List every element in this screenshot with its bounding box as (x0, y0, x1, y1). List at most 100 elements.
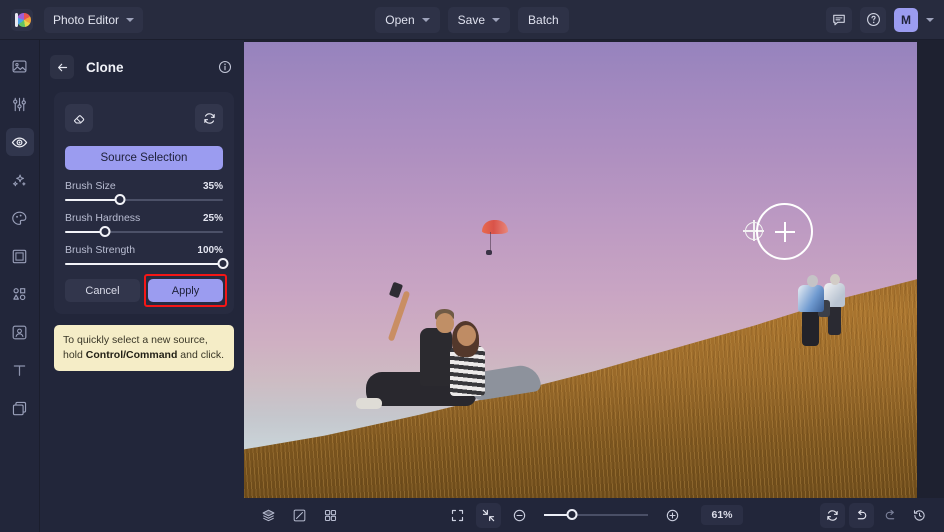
layers-copy-icon (12, 401, 27, 415)
fit-to-screen-button[interactable] (445, 503, 470, 528)
person-two-head (457, 325, 476, 346)
brush-size-knob[interactable] (114, 194, 126, 205)
sidebar-item-retouch[interactable] (5, 128, 34, 156)
left-tool-rail (0, 40, 40, 532)
batch-label: Batch (528, 12, 559, 27)
brush-hardness-slider-group: Brush Hardness 25% (65, 212, 223, 237)
avatar[interactable]: M (894, 7, 918, 32)
sidebar-item-portrait[interactable] (6, 318, 34, 346)
eraser-button[interactable] (65, 104, 93, 132)
sidebar-item-color[interactable] (6, 204, 34, 232)
standing-person-head (807, 275, 818, 287)
sidebar-item-adjust[interactable] (6, 90, 34, 118)
cancel-button[interactable]: Cancel (65, 279, 140, 302)
brush-circle-plus-cursor[interactable] (756, 203, 813, 260)
paraglider-pilot (486, 250, 492, 255)
zoom-slider[interactable] (544, 509, 648, 520)
open-label: Open (385, 12, 415, 27)
zoom-in-button[interactable] (660, 503, 685, 528)
batch-button[interactable]: Batch (518, 6, 569, 33)
chevron-down-icon (421, 17, 430, 22)
source-selection-button[interactable]: Source Selection (65, 146, 223, 170)
slider-label-row: Brush Size 35% (65, 180, 223, 192)
standing-person-two-head (830, 274, 840, 285)
slider-fill (65, 263, 223, 265)
top-toolbar-right: M (826, 6, 934, 33)
standing-person-top (798, 285, 824, 312)
open-button[interactable]: Open (375, 6, 440, 33)
brush-size-slider[interactable] (65, 194, 223, 205)
sparkles-icon (12, 174, 26, 186)
arrow-left-icon (57, 63, 67, 71)
photo-editor-app: Photo Editor Open Save Batch M Clone Sou… (0, 0, 944, 532)
brush-size-value: 35% (202, 181, 223, 192)
bottom-toolbar: 61% (244, 498, 944, 532)
actual-size-button[interactable] (476, 502, 501, 528)
apply-button[interactable]: Apply (148, 279, 223, 302)
brush-strength-knob[interactable] (217, 258, 229, 269)
standing-person-legs (802, 310, 819, 346)
bottom-toolbar-center: 61% (244, 502, 944, 528)
paraglider-canopy (482, 220, 508, 234)
sidebar-item-shapes[interactable] (6, 280, 34, 308)
sidebar-item-effects[interactable] (6, 166, 34, 194)
tooltip-text-after: and click. (177, 349, 225, 362)
zoom-out-button[interactable] (507, 503, 532, 528)
portrait-ai-icon (12, 325, 27, 339)
person-one-body (420, 328, 452, 386)
apply-button-wrapper: Apply (144, 274, 227, 307)
person-one-arm (387, 290, 411, 342)
brush-hardness-label: Brush Hardness (65, 212, 141, 224)
chevron-down-icon[interactable] (926, 17, 934, 22)
zoom-level-value: 61% (701, 505, 743, 525)
sidebar-item-frame[interactable] (6, 242, 34, 270)
top-toolbar: Photo Editor Open Save Batch M (0, 0, 944, 40)
slider-label-row: Brush Hardness 25% (65, 212, 223, 224)
text-t-icon (13, 364, 26, 376)
help-button[interactable] (860, 6, 886, 33)
zoom-slider-knob[interactable] (566, 509, 578, 520)
frame-icon (12, 249, 27, 263)
image-icon (12, 59, 27, 73)
brush-hardness-knob[interactable] (99, 226, 110, 237)
zoom-in-plus-icon (666, 509, 679, 521)
save-button[interactable]: Save (447, 6, 511, 33)
sidebar-item-image[interactable] (6, 52, 34, 80)
brush-hardness-value: 25% (202, 213, 223, 224)
eraser-icon (73, 114, 84, 124)
reset-refresh-icon (203, 112, 215, 124)
photo-canvas[interactable] (244, 42, 917, 500)
person-one-head (436, 313, 454, 333)
tool-row (65, 104, 223, 132)
brush-size-label: Brush Size (65, 180, 116, 192)
question-mark-circle-icon (866, 13, 880, 26)
brush-strength-slider[interactable] (65, 258, 229, 269)
brush-strength-value: 100% (197, 245, 223, 256)
back-button[interactable] (50, 55, 74, 79)
page-title: Clone (86, 59, 124, 75)
eye-icon (11, 137, 28, 147)
fit-to-screen-icon (451, 509, 464, 521)
action-button-row: Cancel Apply (65, 274, 227, 307)
brush-size-slider-group: Brush Size 35% (65, 180, 223, 205)
tooltip-text-bold: Control/Command (85, 349, 178, 362)
feedback-button[interactable] (826, 6, 852, 33)
slider-label-row: Brush Strength 100% (65, 244, 223, 256)
person-shoe (356, 398, 382, 409)
brush-strength-label: Brush Strength (65, 244, 136, 256)
brush-hardness-slider[interactable] (65, 226, 223, 237)
brush-strength-slider-group: Brush Strength 100% (65, 244, 229, 269)
reset-button[interactable] (195, 104, 223, 132)
selfie-phone (388, 281, 404, 299)
info-circle-icon[interactable] (218, 60, 232, 74)
zoom-out-minus-icon (513, 509, 526, 521)
hint-tooltip: To quickly select a new source, hold Con… (54, 325, 234, 372)
sidebar-item-text[interactable] (6, 356, 34, 384)
sidebar-item-layers[interactable] (6, 394, 34, 422)
chat-bubble-icon (833, 14, 845, 25)
canvas-area[interactable] (244, 40, 944, 532)
brush-center-plus-icon (774, 221, 795, 242)
top-toolbar-center: Open Save Batch (0, 6, 944, 33)
shrink-arrows-icon (482, 509, 495, 521)
tool-options-panel: Clone Source Selection Brush Size 35% Br… (40, 40, 244, 532)
